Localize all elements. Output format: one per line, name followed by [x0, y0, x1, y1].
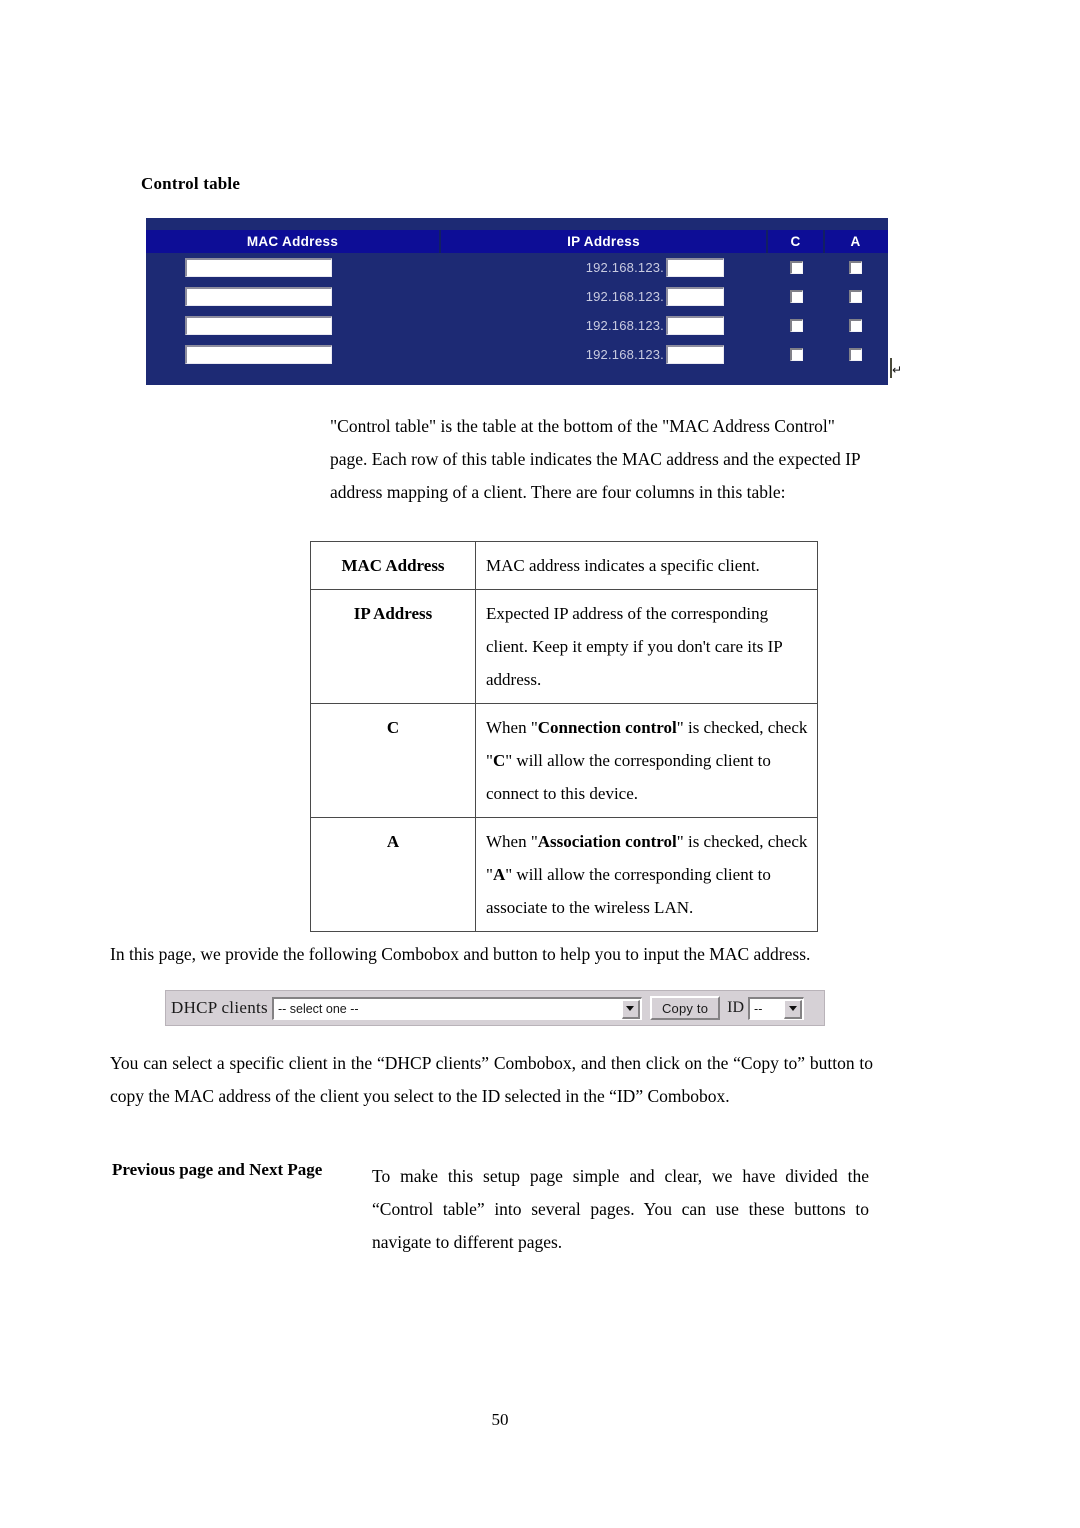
select-client-paragraph: You can select a specific client in the … [110, 1053, 873, 1106]
connection-control-checkbox[interactable] [790, 261, 803, 274]
connection-control-checkbox[interactable] [790, 348, 803, 361]
ip-prefix-label: 192.168.123. [585, 347, 664, 362]
table-row: MAC Address MAC address indicates a spec… [310, 541, 818, 590]
cell-ip-address: 192.168.123. [441, 287, 768, 306]
mac-address-input[interactable] [185, 287, 332, 306]
ip-suffix-input[interactable] [666, 345, 724, 364]
cell-ip-address: 192.168.123. [441, 345, 768, 364]
column-header-c: C [768, 230, 825, 253]
dhcp-clients-toolbar: DHCP clients -- select one -- Copy to ID… [165, 990, 825, 1026]
desc-a-part3: " will allow the corresponding client to… [486, 865, 771, 917]
cell-association-control [825, 348, 886, 361]
desc-c-bold1: Connection control [537, 718, 677, 737]
association-control-checkbox[interactable] [849, 261, 862, 274]
definition-term-mac-address: MAC Address [310, 541, 476, 590]
desc-a-bold1: Association control [537, 832, 677, 851]
table-row: 192.168.123. [146, 282, 888, 311]
router-table-body: 192.168.123. 192.168.123. 192.168.123. 1… [146, 253, 888, 369]
dhcp-clients-selected-value: -- select one -- [277, 1001, 359, 1016]
desc-c-part3: " will allow the corresponding client to… [486, 751, 771, 803]
cell-connection-control [768, 261, 825, 274]
association-control-checkbox[interactable] [849, 290, 862, 303]
ip-prefix-label: 192.168.123. [585, 260, 664, 275]
ip-suffix-input[interactable] [666, 316, 724, 335]
id-select[interactable]: -- [748, 996, 805, 1020]
cell-mac-address [146, 287, 441, 306]
document-page: Control table MAC Address IP Address C A… [0, 0, 1080, 1528]
table-row: 192.168.123. [146, 311, 888, 340]
table-row: IP Address Expected IP address of the co… [310, 589, 818, 704]
id-label: ID [727, 999, 745, 1016]
definition-term-a: A [310, 817, 476, 932]
definition-term-ip-address: IP Address [310, 589, 476, 704]
dhcp-clients-select[interactable]: -- select one -- [271, 996, 642, 1020]
column-header-ip-address: IP Address [441, 230, 768, 253]
prev-next-term: Previous page and Next Page [112, 1160, 323, 1179]
association-control-checkbox[interactable] [849, 348, 862, 361]
cell-ip-address: 192.168.123. [441, 258, 768, 277]
definition-description-a: When "Association control" is checked, c… [475, 817, 818, 932]
definition-description-mac-address: MAC address indicates a specific client. [475, 541, 818, 590]
cell-mac-address [146, 345, 441, 364]
intro-paragraph: "Control table" is the table at the bott… [330, 416, 861, 502]
desc-c-part1: When " [486, 718, 538, 737]
router-control-table-panel: MAC Address IP Address C A 192.168.123. [146, 218, 902, 385]
cell-connection-control [768, 348, 825, 361]
desc-a-part1: When " [486, 832, 538, 851]
column-header-mac-address: MAC Address [146, 230, 441, 253]
table-row: 192.168.123. [146, 340, 888, 369]
chevron-down-icon[interactable] [784, 999, 803, 1019]
definition-description-ip-address: Expected IP address of the corresponding… [475, 589, 818, 704]
ip-prefix-label: 192.168.123. [585, 289, 664, 304]
mac-address-input[interactable] [185, 258, 332, 277]
cell-connection-control [768, 319, 825, 332]
page-heading: Control table [141, 174, 241, 193]
definition-description-c: When "Connection control" is checked, ch… [475, 703, 818, 818]
mac-address-input[interactable] [185, 345, 332, 364]
ip-prefix-label: 192.168.123. [585, 318, 664, 333]
connection-control-checkbox[interactable] [790, 290, 803, 303]
desc-c-bold2: C [492, 751, 506, 770]
artifact-glyph: ↵ [892, 363, 903, 377]
ip-suffix-input[interactable] [666, 258, 724, 277]
association-control-checkbox[interactable] [849, 319, 862, 332]
definition-term-c: C [310, 703, 476, 818]
cell-association-control [825, 319, 886, 332]
cell-ip-address: 192.168.123. [441, 316, 768, 335]
router-table-header-row: MAC Address IP Address C A [146, 230, 888, 253]
scan-artifact-mark: ↵ [890, 358, 903, 384]
copy-to-button[interactable]: Copy to [649, 996, 721, 1020]
combobox-intro-paragraph: In this page, we provide the following C… [110, 944, 811, 964]
prev-next-description: To make this setup page simple and clear… [372, 1166, 869, 1252]
cell-mac-address [146, 258, 441, 277]
dhcp-clients-label: DHCP clients [171, 998, 268, 1017]
column-definition-table: MAC Address MAC address indicates a spec… [310, 541, 818, 932]
table-row: 192.168.123. [146, 253, 888, 282]
cell-association-control [825, 261, 886, 274]
id-selected-value: -- [754, 1001, 763, 1016]
cell-connection-control [768, 290, 825, 303]
chevron-down-icon[interactable] [621, 999, 640, 1019]
cell-association-control [825, 290, 886, 303]
cell-mac-address [146, 316, 441, 335]
desc-a-bold2: A [492, 865, 506, 884]
mac-address-input[interactable] [185, 316, 332, 335]
connection-control-checkbox[interactable] [790, 319, 803, 332]
ip-suffix-input[interactable] [666, 287, 724, 306]
page-number: 50 [491, 1410, 509, 1429]
table-row: A When "Association control" is checked,… [310, 817, 818, 932]
table-row: C When "Connection control" is checked, … [310, 703, 818, 818]
column-header-a: A [850, 234, 861, 249]
